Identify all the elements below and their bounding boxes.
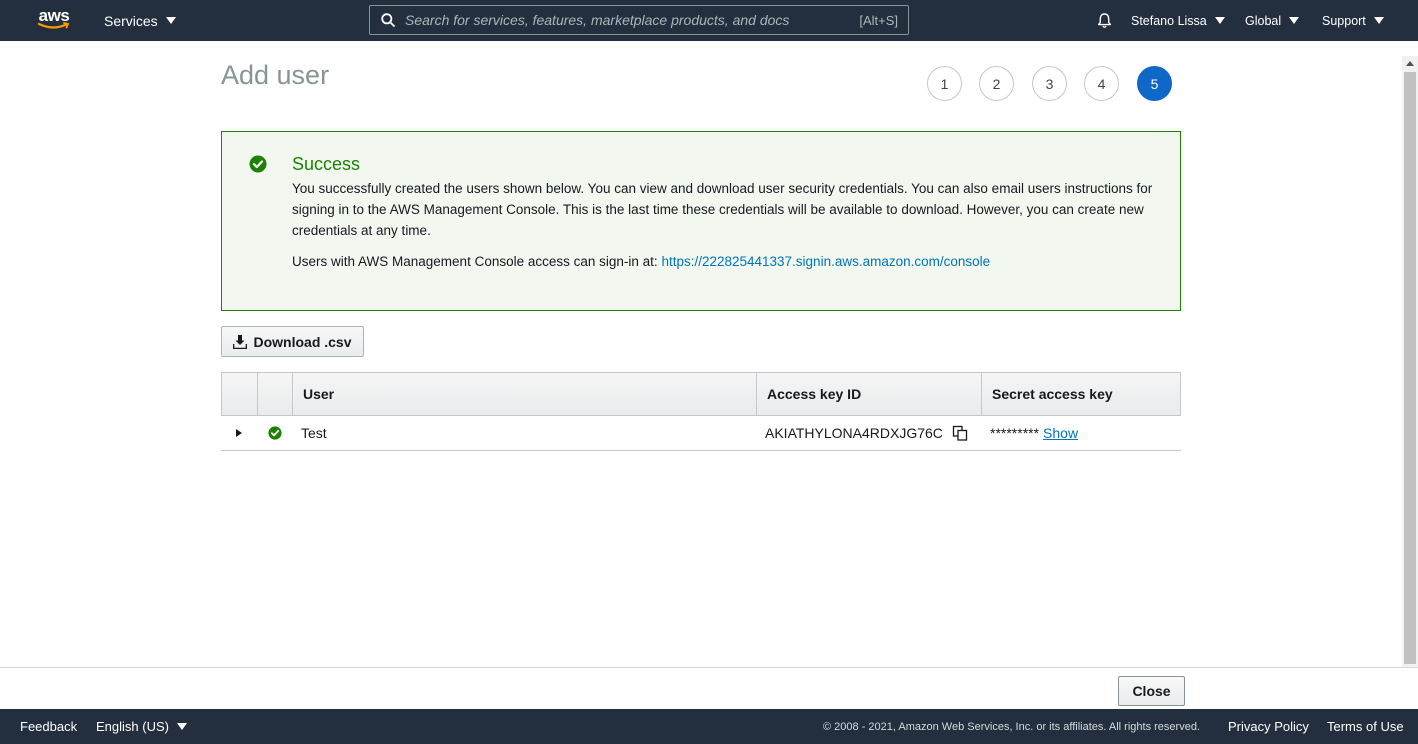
top-navigation-bar: aws Services [Alt+S] Stefano Lissa Globa… bbox=[0, 0, 1418, 41]
access-key-id: AKIATHYLONA4RDXJG76C bbox=[765, 425, 943, 441]
services-menu[interactable]: Services bbox=[104, 0, 176, 41]
scroll-up-arrow-icon[interactable] bbox=[1406, 61, 1414, 66]
check-circle-icon bbox=[249, 155, 267, 173]
signin-prefix: Users with AWS Management Console access… bbox=[292, 254, 658, 269]
credentials-table: User Access key ID Secret access key Tes… bbox=[221, 372, 1181, 451]
region-label: Global bbox=[1245, 13, 1282, 28]
show-secret-link[interactable]: Show bbox=[1043, 425, 1078, 441]
caret-right-icon bbox=[236, 429, 242, 437]
search-shortcut: [Alt+S] bbox=[859, 12, 898, 28]
signin-info: Users with AWS Management Console access… bbox=[292, 254, 990, 269]
secret-key-column-header[interactable]: Secret access key bbox=[981, 373, 1180, 415]
row-status bbox=[268, 416, 282, 450]
chevron-down-icon bbox=[176, 723, 187, 730]
page-scrollbar[interactable] bbox=[1402, 56, 1418, 667]
chevron-down-icon bbox=[165, 17, 176, 24]
user-name-cell: Test bbox=[301, 425, 327, 441]
step-3[interactable]: 3 bbox=[1032, 66, 1067, 101]
success-alert: Success You successfully created the use… bbox=[221, 131, 1181, 311]
services-label: Services bbox=[104, 12, 158, 29]
success-message: You successfully created the users shown… bbox=[292, 181, 1153, 238]
download-csv-label: Download .csv bbox=[253, 333, 352, 350]
search-icon bbox=[381, 13, 395, 27]
step-2[interactable]: 2 bbox=[979, 66, 1014, 101]
expand-row-button[interactable] bbox=[236, 416, 242, 450]
step-1[interactable]: 1 bbox=[927, 66, 962, 101]
download-icon bbox=[233, 334, 248, 349]
access-key-column-header[interactable]: Access key ID bbox=[756, 373, 981, 415]
chevron-down-icon bbox=[1289, 17, 1300, 24]
success-title: Success bbox=[292, 154, 361, 174]
status-column-header bbox=[257, 373, 292, 415]
terms-of-use-link[interactable]: Terms of Use bbox=[1327, 709, 1404, 744]
chevron-down-icon bbox=[1214, 17, 1225, 24]
account-menu[interactable]: Stefano Lissa bbox=[1131, 0, 1225, 41]
privacy-policy-link[interactable]: Privacy Policy bbox=[1228, 709, 1309, 744]
bell-icon bbox=[1097, 13, 1112, 28]
access-key-cell: AKIATHYLONA4RDXJG76C bbox=[765, 416, 968, 450]
table-row: Test AKIATHYLONA4RDXJG76C ********* Show bbox=[221, 416, 1181, 451]
scrollbar-thumb[interactable] bbox=[1404, 72, 1416, 664]
action-bar: Close bbox=[0, 667, 1418, 709]
support-label: Support bbox=[1322, 13, 1366, 28]
step-5-current: 5 bbox=[1137, 66, 1172, 101]
notifications-button[interactable] bbox=[1096, 0, 1113, 41]
aws-logo[interactable]: aws bbox=[36, 7, 72, 33]
table-header: User Access key ID Secret access key bbox=[221, 372, 1181, 416]
secret-key-cell: ********* Show bbox=[990, 416, 1078, 450]
search-input[interactable] bbox=[405, 7, 860, 33]
copy-icon[interactable] bbox=[952, 425, 968, 441]
close-button[interactable]: Close bbox=[1118, 676, 1185, 706]
download-csv-button[interactable]: Download .csv bbox=[221, 326, 364, 357]
feedback-link[interactable]: Feedback bbox=[20, 709, 77, 744]
user-column-header[interactable]: User bbox=[292, 373, 756, 415]
copyright-text: © 2008 - 2021, Amazon Web Services, Inc.… bbox=[823, 720, 1200, 733]
region-menu[interactable]: Global bbox=[1245, 0, 1300, 41]
aws-smile-icon bbox=[37, 22, 70, 29]
console-footer: Feedback English (US) © 2008 - 2021, Ama… bbox=[0, 709, 1418, 744]
console-signin-link[interactable]: https://222825441337.signin.aws.amazon.c… bbox=[661, 254, 990, 269]
expand-column-header bbox=[222, 373, 257, 415]
support-menu[interactable]: Support bbox=[1322, 0, 1384, 41]
step-4[interactable]: 4 bbox=[1084, 66, 1119, 101]
account-name: Stefano Lissa bbox=[1131, 13, 1207, 28]
check-circle-icon bbox=[268, 426, 282, 440]
page-title: Add user bbox=[221, 60, 330, 90]
search-box[interactable]: [Alt+S] bbox=[369, 5, 909, 35]
secret-key-masked: ********* bbox=[990, 425, 1040, 441]
language-selector[interactable]: English (US) bbox=[96, 709, 187, 744]
language-label: English (US) bbox=[96, 719, 169, 734]
chevron-down-icon bbox=[1373, 17, 1384, 24]
